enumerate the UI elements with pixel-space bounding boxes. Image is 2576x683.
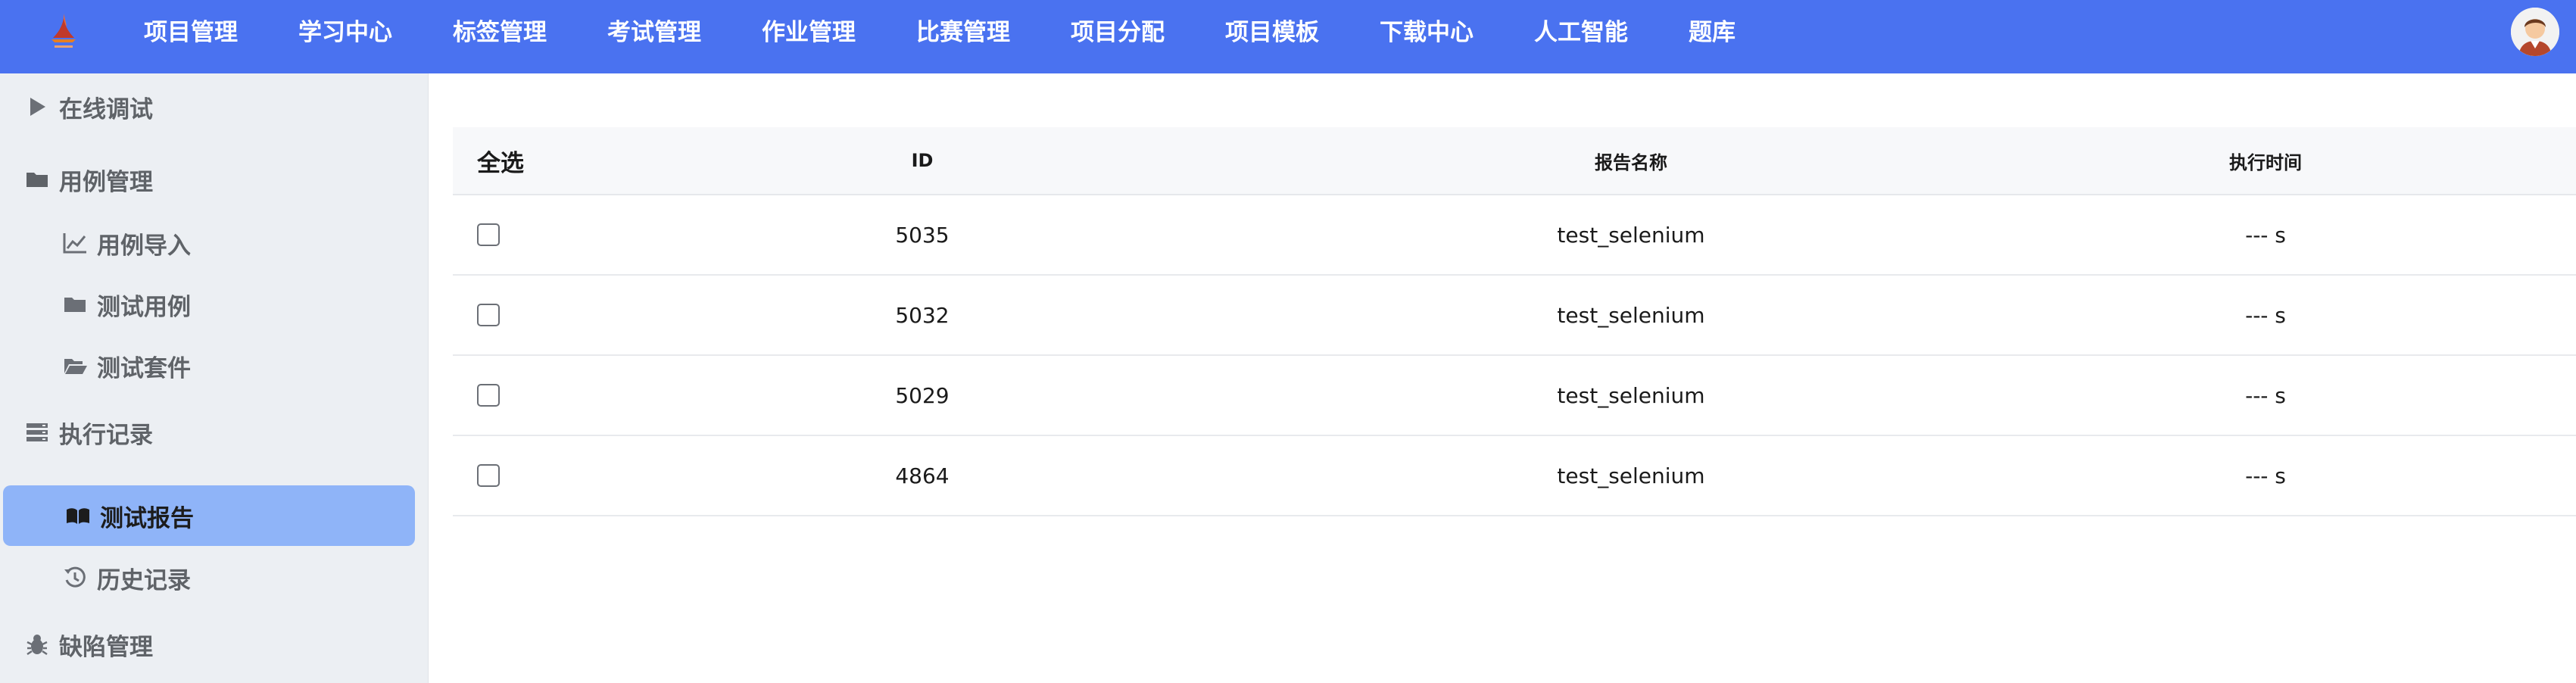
row-report-name[interactable]: test_selenium (1404, 436, 1858, 515)
row-id: 5035 (895, 222, 950, 248)
report-table: 全选 ID 报告名称 执行时间 5035 test_selenium --- s… (453, 127, 2576, 516)
row-execution-time: --- s (2245, 463, 2286, 488)
sidebar-item-test-suites[interactable]: 测试套件 (0, 337, 429, 395)
sidebar-item-label: 测试套件 (97, 354, 191, 382)
table-row[interactable]: 5029 test_selenium --- s (453, 356, 2576, 436)
row-report-name[interactable]: test_selenium (1404, 276, 1858, 354)
sidebar-item-label: 执行记录 (59, 421, 153, 449)
row-id: 5029 (895, 382, 950, 408)
sidebar-item-label: 在线调试 (59, 95, 153, 123)
chart-line-icon (62, 230, 88, 256)
row-id: 4864 (895, 463, 950, 488)
table-row[interactable]: 4864 test_selenium --- s (453, 436, 2576, 516)
sidebar-item-label: 历史记录 (97, 566, 191, 594)
nav-item-question-bank[interactable]: 题库 (1658, 0, 1766, 65)
sidebar-item-test-reports[interactable]: 测试报告 (3, 485, 415, 546)
table-row[interactable]: 5032 test_selenium --- s (453, 276, 2576, 356)
nav-item-homework-management[interactable]: 作业管理 (731, 0, 886, 65)
column-header-execution-time: 执行时间 (2229, 151, 2302, 173)
book-open-icon (65, 503, 91, 529)
sidebar-item-label: 测试用例 (97, 293, 191, 321)
row-checkbox[interactable] (477, 304, 500, 326)
row-checkbox[interactable] (477, 223, 500, 246)
history-icon (62, 565, 88, 591)
sidebar-item-test-cases[interactable]: 测试用例 (0, 276, 429, 333)
row-execution-time: --- s (2245, 302, 2286, 328)
nav-item-tag-management[interactable]: 标签管理 (423, 0, 577, 65)
sidebar-item-label: 用例管理 (59, 168, 153, 196)
folder-icon (24, 167, 50, 192)
sidebar-item-defect-management[interactable]: 缺陷管理 (0, 616, 429, 673)
user-avatar[interactable] (2511, 8, 2559, 56)
row-id: 5032 (895, 302, 950, 328)
folder-open-icon (62, 353, 88, 379)
row-checkbox[interactable] (477, 464, 500, 487)
sidebar-item-execution-records[interactable]: 执行记录 (0, 404, 429, 461)
sidebar-item-case-management[interactable]: 用例管理 (0, 151, 429, 208)
nav-item-download-center[interactable]: 下载中心 (1349, 0, 1504, 65)
row-checkbox[interactable] (477, 384, 500, 407)
sidebar-item-label: 测试报告 (100, 504, 194, 532)
nav-item-learning-center[interactable]: 学习中心 (268, 0, 423, 65)
sidebar-item-label: 用例导入 (97, 232, 191, 260)
top-nav-bar: 项目管理 学习中心 标签管理 考试管理 作业管理 比赛管理 项目分配 项目模板 … (0, 0, 2576, 73)
nav-item-ai[interactable]: 人工智能 (1504, 0, 1658, 65)
sidebar-item-online-debug[interactable]: 在线调试 (0, 78, 429, 136)
column-header-report-name: 报告名称 (1595, 151, 1667, 173)
table-header: 全选 ID 报告名称 执行时间 (453, 127, 2576, 195)
main-nav: 项目管理 学习中心 标签管理 考试管理 作业管理 比赛管理 项目分配 项目模板 … (114, 0, 1766, 65)
sidebar-item-case-import[interactable]: 用例导入 (0, 214, 429, 272)
row-execution-time: --- s (2245, 382, 2286, 408)
app-logo-icon[interactable] (44, 11, 83, 53)
nav-item-competition-management[interactable]: 比赛管理 (886, 0, 1040, 65)
row-report-name[interactable]: test_selenium (1404, 195, 1858, 274)
nav-item-project-assignment[interactable]: 项目分配 (1040, 0, 1195, 65)
sidebar-item-history[interactable]: 历史记录 (0, 549, 429, 607)
sidebar: 在线调试 用例管理 用例导入 测试用例 测试套件 执行记录 测试报告 历史记录 … (0, 73, 429, 683)
bug-icon (24, 632, 50, 657)
nav-item-project-template[interactable]: 项目模板 (1195, 0, 1349, 65)
sidebar-item-label: 缺陷管理 (59, 633, 153, 661)
column-header-id: ID (911, 150, 934, 171)
folder-icon (62, 292, 88, 317)
nav-item-project-management[interactable]: 项目管理 (114, 0, 268, 65)
server-icon (24, 419, 50, 445)
nav-item-exam-management[interactable]: 考试管理 (577, 0, 731, 65)
select-all-label[interactable]: 全选 (453, 127, 559, 194)
row-execution-time: --- s (2245, 222, 2286, 248)
play-icon (24, 94, 50, 120)
table-row[interactable]: 5035 test_selenium --- s (453, 195, 2576, 276)
row-report-name[interactable]: test_selenium (1404, 356, 1858, 435)
